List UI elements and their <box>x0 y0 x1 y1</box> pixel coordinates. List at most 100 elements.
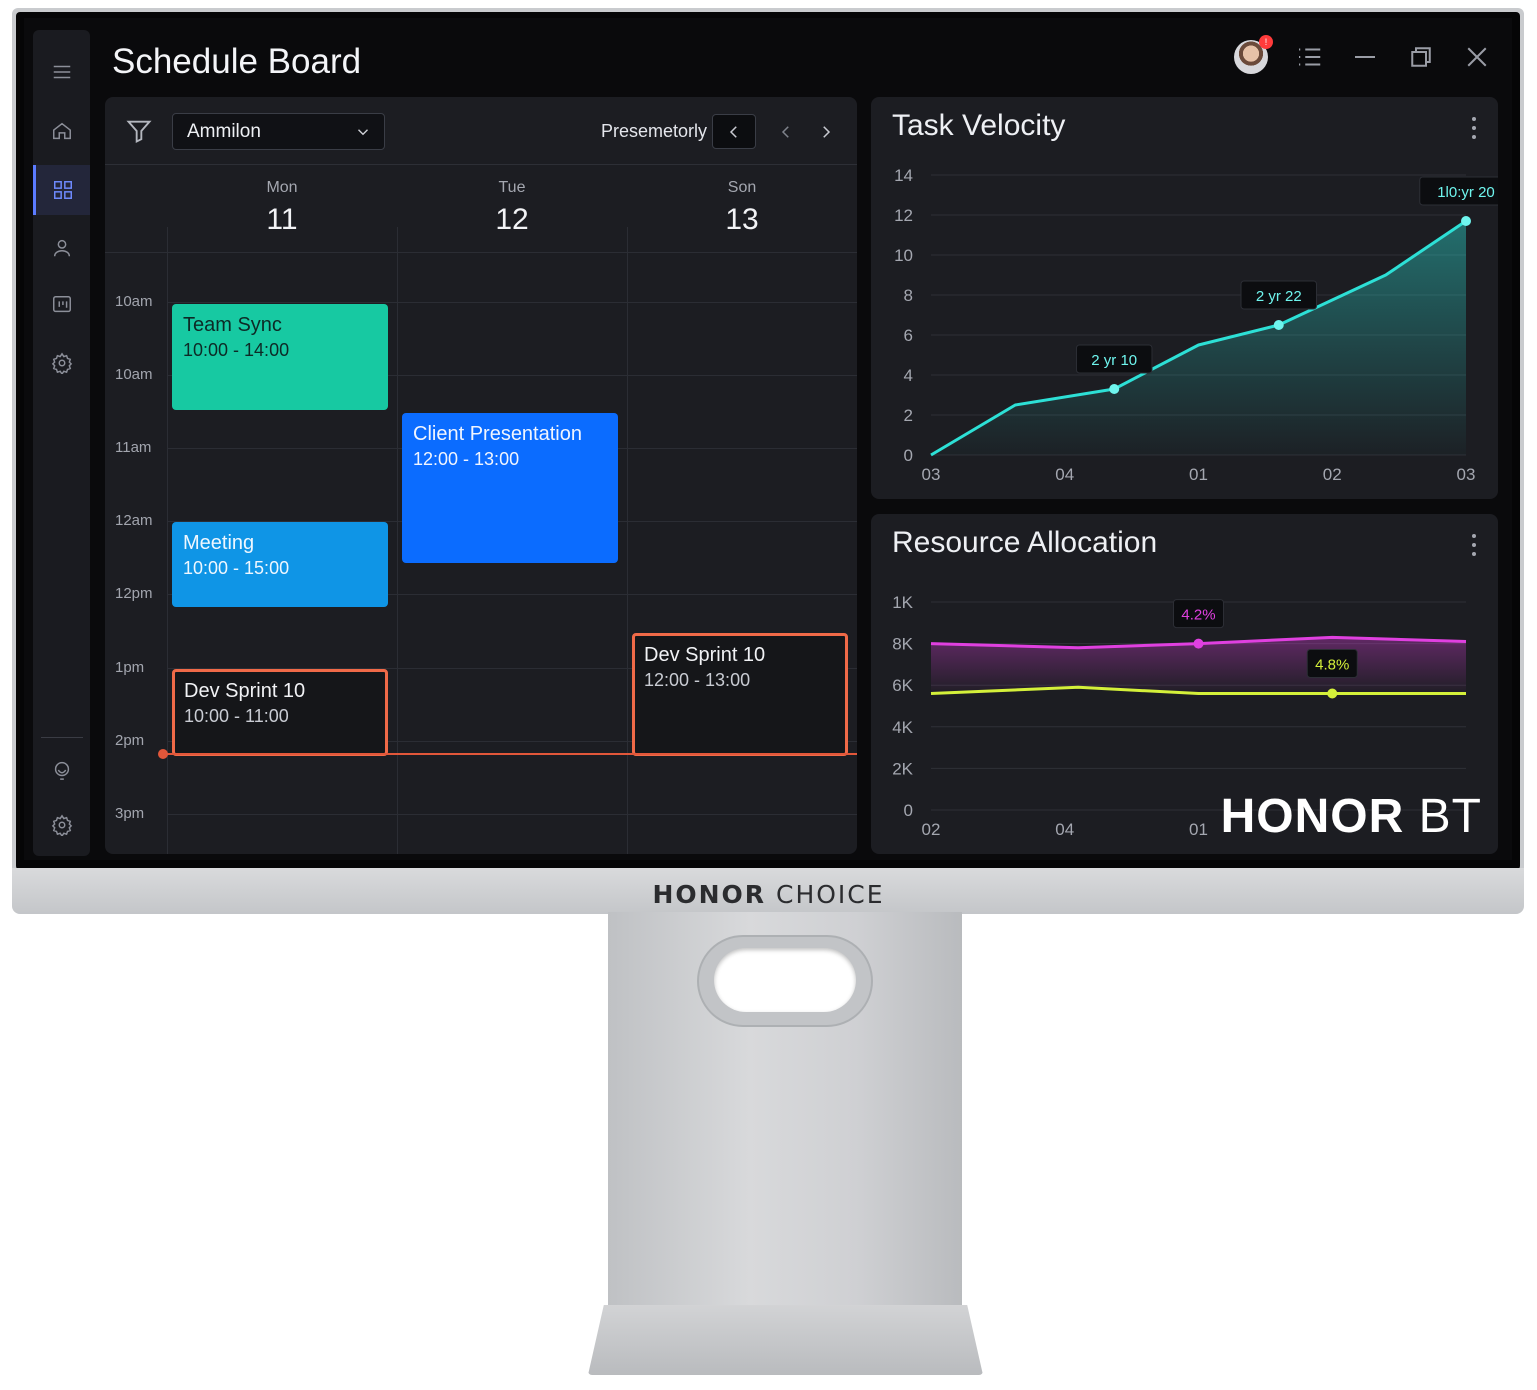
filter-button[interactable] <box>125 117 153 145</box>
day-number: 13 <box>725 203 759 236</box>
filter-icon <box>126 120 152 144</box>
annotation-label: 2 yr 10 <box>1091 352 1137 369</box>
annotation-label: 1l0:yr 20 <box>1437 184 1495 201</box>
chevron-down-icon <box>354 123 372 147</box>
day-number: 11 <box>266 203 298 236</box>
screen: Schedule Board ! Ammilon Presemetorly Mo… <box>24 18 1512 860</box>
chevron-left-icon <box>729 125 737 138</box>
day-name: Tue <box>498 179 526 196</box>
event-title: Dev Sprint 10 <box>184 680 306 702</box>
current-time-dot <box>158 749 168 759</box>
x-tick-label: 02 <box>922 820 941 839</box>
sidebar <box>33 30 90 856</box>
y-tick-label: 12 <box>894 206 913 225</box>
event-title: Client Presentation <box>413 423 582 445</box>
day-header-sun[interactable]: Son 13 <box>627 179 857 237</box>
gear-icon <box>51 814 72 836</box>
time-label: 11am <box>115 439 152 456</box>
notification-badge: ! <box>1259 35 1273 49</box>
time-label: 10am <box>115 293 153 310</box>
time-label: 3pm <box>115 805 145 822</box>
calendar-panel: Ammilon Presemetorly Mon 11 Tue 12 Son 1… <box>105 97 857 854</box>
home-icon <box>52 122 71 140</box>
event-title: Team Sync <box>183 314 282 336</box>
event-meeting[interactable]: Meeting 10:00 - 15:00 <box>172 522 388 607</box>
header-divider <box>105 252 857 253</box>
menu-button[interactable] <box>33 47 90 97</box>
user-icon <box>53 239 70 257</box>
restore-icon[interactable] <box>1406 42 1436 72</box>
calendar-filter-select[interactable]: Ammilon <box>172 113 385 150</box>
hamburger-icon <box>53 65 70 79</box>
annotation-label: 4.2% <box>1181 607 1215 624</box>
minimize-icon[interactable] <box>1350 42 1380 72</box>
grid-column-line <box>627 227 628 854</box>
event-time: 10:00 - 11:00 <box>184 706 289 726</box>
data-point <box>1273 320 1284 330</box>
sidebar-item-reports[interactable] <box>33 280 90 330</box>
time-label: 2pm <box>115 732 145 749</box>
x-tick-label: 01 <box>1189 820 1208 839</box>
event-title: Dev Sprint 10 <box>644 644 766 666</box>
sidebar-item-preferences[interactable] <box>33 800 90 850</box>
next-button[interactable] <box>804 114 848 149</box>
time-label: 10am <box>115 366 153 383</box>
event-time: 10:00 - 14:00 <box>183 340 290 360</box>
sidebar-divider <box>41 737 83 738</box>
y-tick-label: 0 <box>904 801 913 820</box>
y-tick-label: 2 <box>904 406 913 425</box>
current-time-indicator <box>163 753 857 755</box>
stand-base <box>588 1305 983 1375</box>
grid-column-line <box>397 227 398 854</box>
gear-icon <box>51 352 72 374</box>
annotation-label: 2 yr 22 <box>1256 288 1302 305</box>
y-tick-label: 8 <box>904 286 913 305</box>
day-header-tue[interactable]: Tue 12 <box>397 179 627 237</box>
task-velocity-chart: 0246810121403 04 01 02 032 yr 102 yr 221l0:y… <box>894 166 1498 484</box>
back-button[interactable] <box>712 114 756 149</box>
y-tick-label: 6K <box>892 676 913 695</box>
event-dev-sprint[interactable]: Dev Sprint 10 12:00 - 13:00 <box>632 633 848 756</box>
grid-icon <box>54 181 72 199</box>
previous-button[interactable] <box>764 114 808 149</box>
sidebar-item-settings[interactable] <box>33 338 90 388</box>
data-point <box>1461 216 1471 226</box>
x-tick-label: 02 <box>1323 465 1342 484</box>
y-tick-label: 14 <box>894 166 913 185</box>
event-team-sync[interactable]: Team Sync 10:00 - 14:00 <box>172 304 388 410</box>
event-client-presentation[interactable]: Client Presentation 12:00 - 13:00 <box>402 413 618 563</box>
day-header-mon[interactable]: Mon 11 <box>167 179 397 237</box>
data-point <box>1109 384 1120 394</box>
x-tick-label: 04 <box>1055 465 1074 484</box>
event-time: 12:00 - 13:00 <box>413 449 520 469</box>
sidebar-item-dashboard[interactable] <box>33 165 90 215</box>
annotation-label: 4.8% <box>1315 657 1349 674</box>
day-name: Mon <box>266 179 298 196</box>
day-number: 12 <box>495 203 529 236</box>
sidebar-item-home[interactable] <box>33 106 90 156</box>
avatar[interactable]: ! <box>1234 35 1273 74</box>
x-tick-label: 04 <box>1055 820 1074 839</box>
close-icon[interactable] <box>1462 42 1492 72</box>
chevron-left-icon <box>781 125 789 138</box>
y-tick-label: 1K <box>892 593 913 612</box>
sidebar-item-profile[interactable] <box>33 223 90 273</box>
grid-column-line <box>167 227 168 854</box>
list-icon[interactable] <box>1294 42 1324 72</box>
sidebar-item-support[interactable] <box>33 745 90 795</box>
task-velocity-panel: Task Velocity 0 2 4 6 8 10 12 14 03 04 01 02 03 2 yr … <box>871 97 1498 499</box>
chevron-right-icon <box>823 125 831 138</box>
event-time: 12:00 - 13:00 <box>644 670 751 690</box>
y-tick-label: 4 <box>904 366 913 385</box>
y-tick-label: 0 <box>904 446 913 465</box>
event-dev-sprint[interactable]: Dev Sprint 10 10:00 - 11:00 <box>172 669 388 756</box>
x-tick-label: 01 <box>1189 465 1208 484</box>
event-time: 10:00 - 15:00 <box>183 558 290 578</box>
y-tick-label: 4K <box>892 718 913 737</box>
time-label: 12am <box>115 512 153 529</box>
device-brand-logo: HONOR CHOICE <box>652 880 885 909</box>
y-tick-label: 6 <box>904 326 913 345</box>
data-point <box>1193 638 1204 649</box>
day-name: Son <box>727 179 757 196</box>
calendar-toolbar: Ammilon Presemetorly <box>105 97 857 165</box>
